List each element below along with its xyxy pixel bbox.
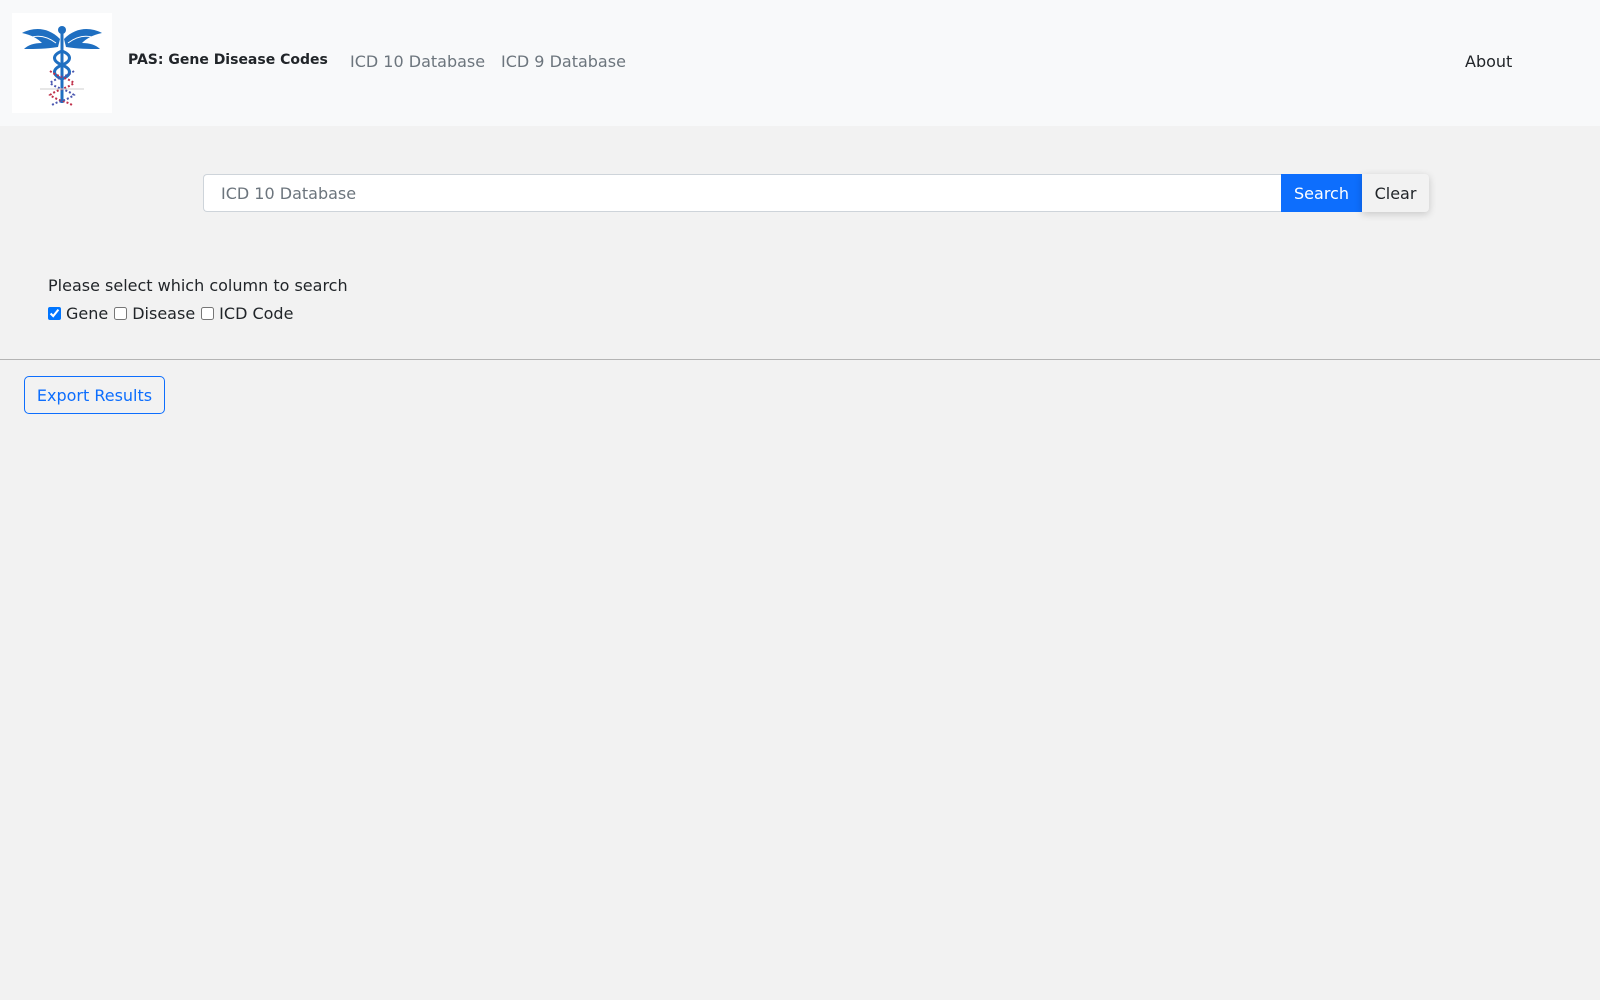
caduceus-dna-icon[interactable]	[12, 13, 112, 113]
column-checkboxes: Gene Disease ICD Code	[48, 304, 299, 323]
checkbox-icd-code-label: ICD Code	[219, 304, 294, 323]
checkbox-gene-option[interactable]: Gene	[48, 304, 108, 323]
nav-link-icd10[interactable]: ICD 10 Database	[350, 52, 485, 71]
checkbox-icd-code-option[interactable]: ICD Code	[201, 304, 293, 323]
checkbox-disease[interactable]	[114, 307, 128, 320]
checkbox-gene[interactable]	[48, 307, 61, 320]
search-button[interactable]: Search	[1281, 174, 1362, 212]
checkbox-icd-code[interactable]	[201, 307, 215, 320]
nav-link-icd9[interactable]: ICD 9 Database	[501, 52, 626, 71]
section-divider	[0, 359, 1600, 360]
export-results-button[interactable]: Export Results	[24, 376, 165, 414]
search-bar: Search Clear	[203, 174, 1429, 212]
brand-title[interactable]: PAS: Gene Disease Codes	[128, 52, 328, 68]
checkbox-disease-label: Disease	[132, 304, 196, 323]
checkbox-gene-label: Gene	[66, 304, 109, 323]
column-select-prompt: Please select which column to search	[48, 276, 348, 295]
search-input[interactable]	[203, 174, 1281, 212]
nav-link-about[interactable]: About	[1465, 52, 1512, 71]
clear-button[interactable]: Clear	[1362, 174, 1429, 212]
navbar: PAS: Gene Disease Codes ICD 10 Database …	[0, 0, 1600, 126]
checkbox-disease-option[interactable]: Disease	[114, 304, 195, 323]
